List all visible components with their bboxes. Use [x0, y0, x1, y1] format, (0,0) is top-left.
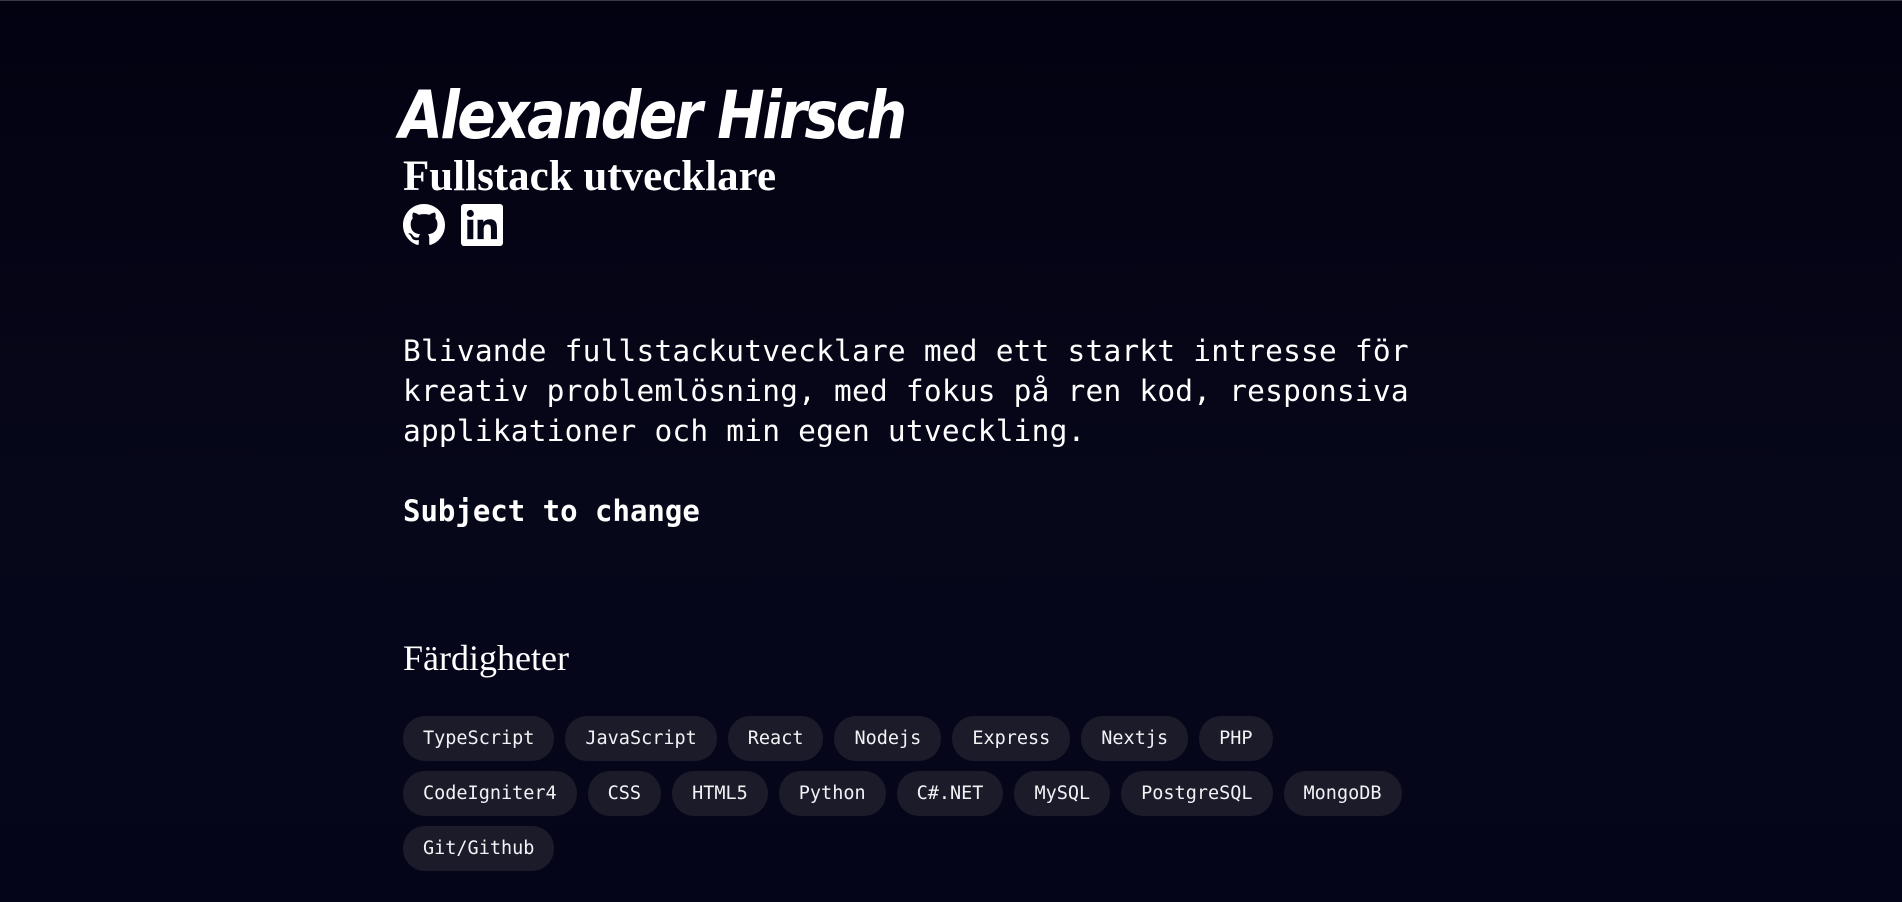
subject-note: Subject to change: [403, 494, 700, 528]
skill-chip: PHP: [1199, 716, 1273, 761]
skill-chip: C#.NET: [896, 771, 1004, 816]
linkedin-icon: [461, 204, 503, 246]
intro-text: Blivande fullstackutvecklare med ett sta…: [403, 334, 1409, 448]
skills-list: TypeScript JavaScript React Nodejs Expre…: [403, 716, 1403, 871]
skill-chip: Python: [778, 771, 886, 816]
skill-chip: React: [727, 716, 824, 761]
page-title: Alexander Hirsch: [399, 77, 907, 154]
main-content: Alexander Hirsch Fullstack utvecklare Bl…: [399, 80, 1503, 871]
skill-chip: Nextjs: [1081, 716, 1189, 761]
github-link[interactable]: [403, 204, 445, 246]
skill-chip: MySQL: [1014, 771, 1111, 816]
skills-heading: Färdigheter: [403, 638, 569, 678]
skill-chip: Nodejs: [834, 716, 942, 761]
github-icon: [403, 204, 445, 245]
top-border: [0, 0, 1902, 1]
role-subtitle: Fullstack utvecklare: [403, 153, 777, 200]
skill-chip: PostgreSQL: [1121, 771, 1273, 816]
skill-chip: HTML5: [672, 771, 768, 816]
skill-chip: CSS: [587, 771, 662, 816]
skill-chip: MongoDB: [1283, 771, 1402, 816]
social-links: [403, 204, 1503, 246]
skill-chip: Git/Github: [403, 826, 555, 871]
skill-chip: CodeIgniter4: [403, 771, 577, 816]
linkedin-link[interactable]: [461, 204, 503, 246]
skill-chip: Express: [952, 716, 1071, 761]
skill-chip: JavaScript: [565, 716, 717, 761]
skill-chip: TypeScript: [403, 716, 555, 761]
